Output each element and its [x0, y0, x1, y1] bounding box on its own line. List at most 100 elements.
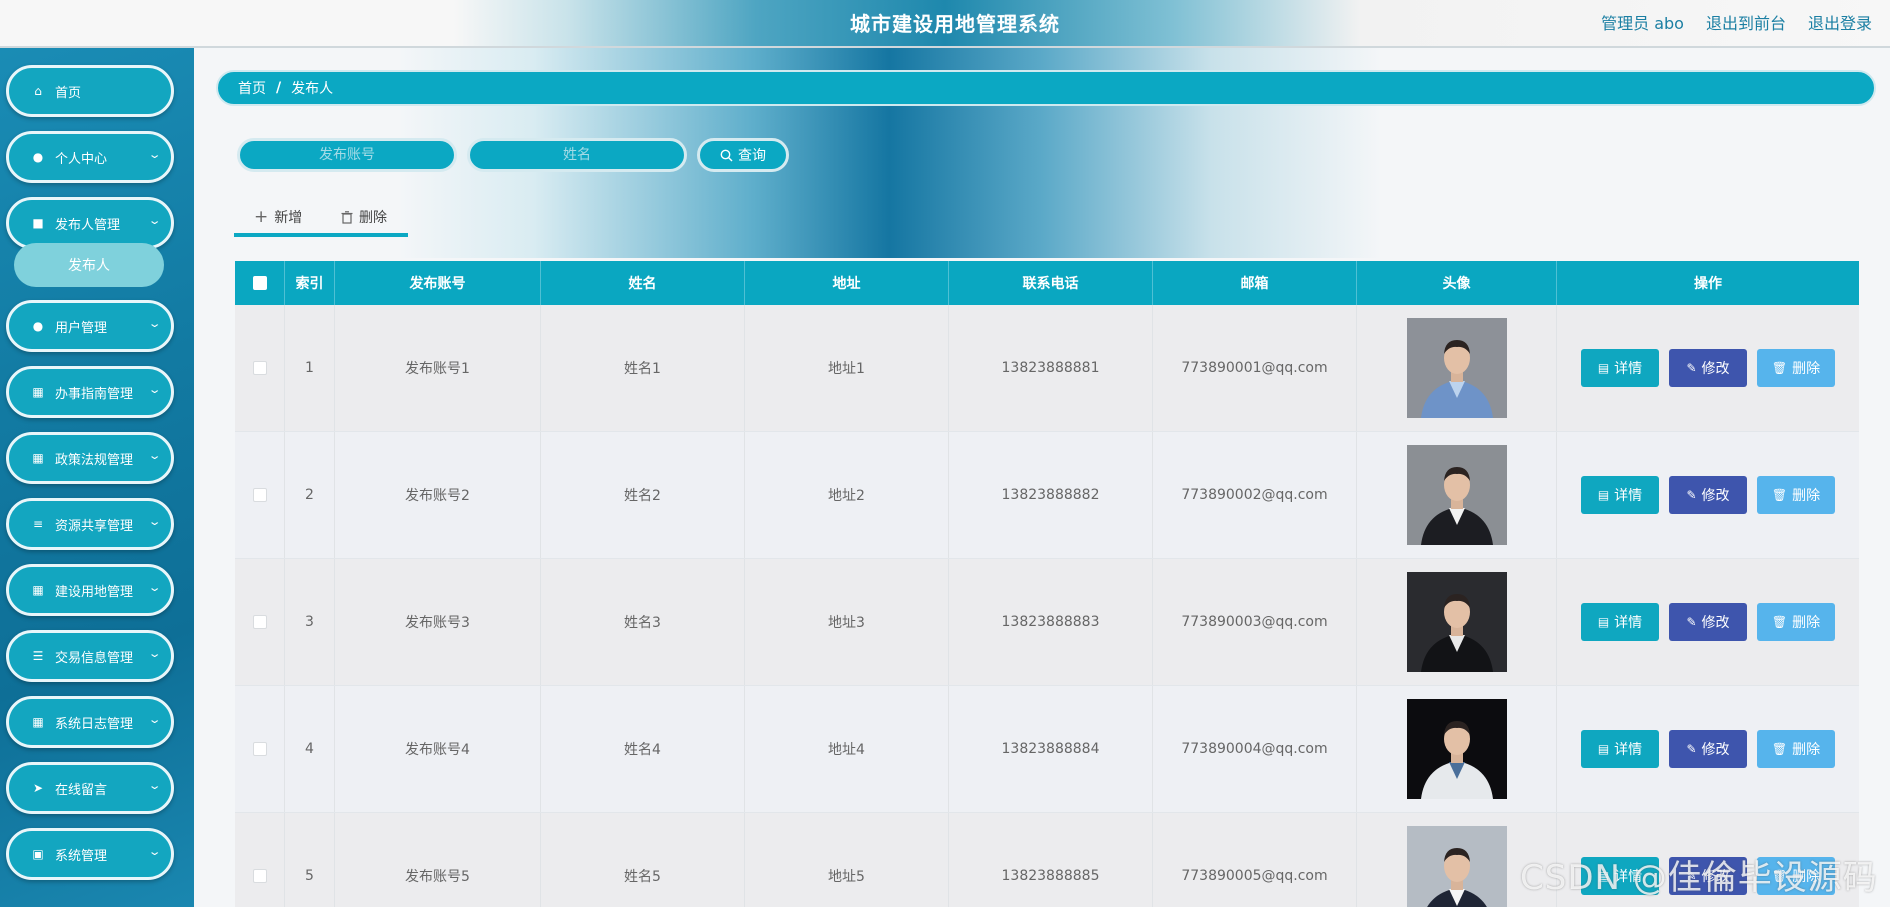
sidebar-item-label: 系统管理 — [55, 848, 108, 864]
cell-name: 姓名3 — [541, 559, 745, 685]
admin-user-link[interactable]: 管理员 abo — [1601, 10, 1684, 34]
cell-address: 地址5 — [745, 813, 949, 907]
edit-button-label: 修改 — [1701, 742, 1730, 758]
cell-actions: ▤ 详情 ✎ 修改 🗑 删除 — [1557, 305, 1859, 431]
pencil-icon: ✎ — [1686, 615, 1697, 629]
sidebar-item-label: 政策法规管理 — [55, 452, 134, 468]
edit-button[interactable]: ✎ 修改 — [1669, 730, 1747, 768]
row-checkbox[interactable] — [252, 488, 267, 502]
edit-button[interactable]: ✎ 修改 — [1669, 349, 1747, 387]
row-checkbox[interactable] — [252, 742, 267, 756]
sidebar-item-label: 发布人管理 — [55, 217, 121, 233]
detail-button[interactable]: ▤ 详情 — [1581, 476, 1659, 514]
chevron-down-icon: ⌄ — [147, 214, 162, 227]
account-search-input[interactable] — [237, 138, 457, 172]
cell-name: 姓名4 — [541, 686, 745, 812]
sidebar-item-5[interactable]: ▦ 办事指南管理 ⌄ — [6, 366, 174, 418]
header-email: 邮箱 — [1153, 261, 1357, 305]
chevron-down-icon: ⌄ — [147, 515, 162, 528]
row-delete-button-label: 删除 — [1792, 361, 1821, 377]
row-select-cell — [235, 305, 285, 431]
list-icon: ≡ — [32, 517, 44, 531]
header-account: 发布账号 — [335, 261, 541, 305]
sidebar-item-label: 办事指南管理 — [55, 386, 134, 402]
sidebar-item-label: 建设用地管理 — [55, 584, 134, 600]
sidebar-item-label: 个人中心 — [55, 151, 108, 167]
cell-index: 5 — [285, 813, 335, 907]
watermark: CSDN @佳倫毕设源码 — [1520, 858, 1878, 898]
delete-selected-button[interactable]: 删除 — [341, 205, 387, 229]
cell-email: 773890004@qq.com — [1153, 686, 1357, 812]
cell-index: 1 — [285, 305, 335, 431]
sidebar-item-2[interactable]: ● 个人中心 ⌄ — [6, 131, 174, 183]
search-button[interactable]: 查询 — [697, 138, 789, 172]
exit-to-frontend-link[interactable]: 退出到前台 — [1706, 10, 1786, 34]
search-button-label: 查询 — [738, 148, 766, 164]
breadcrumb-home[interactable]: 首页 — [238, 78, 266, 98]
detail-button[interactable]: ▤ 详情 — [1581, 603, 1659, 641]
chevron-down-icon: ⌄ — [147, 647, 162, 660]
select-all-cell — [235, 261, 285, 305]
edit-button[interactable]: ✎ 修改 — [1669, 603, 1747, 641]
edit-button[interactable]: ✎ 修改 — [1669, 476, 1747, 514]
row-delete-button[interactable]: 🗑 删除 — [1757, 730, 1835, 768]
cell-account: 发布账号2 — [335, 432, 541, 558]
row-actions: ▤ 详情 ✎ 修改 🗑 删除 — [1581, 476, 1835, 514]
sidebar-item-3[interactable]: ■ 发布人管理 ⌄ — [6, 197, 174, 249]
detail-button[interactable]: ▤ 详情 — [1581, 349, 1659, 387]
sidebar-item-label: 交易信息管理 — [55, 650, 134, 666]
sidebar-item-6[interactable]: ▦ 政策法规管理 ⌄ — [6, 432, 174, 484]
row-select-cell — [235, 559, 285, 685]
row-select-cell — [235, 813, 285, 907]
edit-button-label: 修改 — [1701, 615, 1730, 631]
trash-icon: 🗑 — [1771, 361, 1788, 375]
cell-account: 发布账号4 — [335, 686, 541, 812]
detail-button[interactable]: ▤ 详情 — [1581, 730, 1659, 768]
row-actions: ▤ 详情 ✎ 修改 🗑 删除 — [1581, 603, 1835, 641]
document-icon: ▤ — [1597, 488, 1610, 502]
tab-underline — [234, 233, 408, 237]
publisher-icon: ■ — [32, 216, 44, 230]
cell-address: 地址3 — [745, 559, 949, 685]
row-checkbox[interactable] — [252, 615, 267, 629]
delete-selected-label: 删除 — [359, 210, 387, 226]
row-select-cell — [235, 432, 285, 558]
sidebar-item-12[interactable]: ▣ 系统管理 ⌄ — [6, 828, 174, 880]
cell-name: 姓名1 — [541, 305, 745, 431]
sidebar-item-1[interactable]: ⌂ 首页 — [6, 65, 174, 117]
row-delete-button[interactable]: 🗑 删除 — [1757, 603, 1835, 641]
breadcrumb-separator: / — [276, 80, 282, 96]
cell-phone: 13823888883 — [949, 559, 1153, 685]
send-icon: ➤ — [32, 781, 44, 795]
add-button[interactable]: + 新增 — [254, 205, 302, 229]
select-all-checkbox[interactable] — [252, 276, 267, 290]
row-checkbox[interactable] — [252, 869, 267, 883]
sidebar-item-7[interactable]: ≡ 资源共享管理 ⌄ — [6, 498, 174, 550]
header-name: 姓名 — [541, 261, 745, 305]
name-search-input[interactable] — [467, 138, 687, 172]
row-delete-button[interactable]: 🗑 删除 — [1757, 476, 1835, 514]
sidebar-item-4[interactable]: ● 用户管理 ⌄ — [6, 300, 174, 352]
row-delete-button-label: 删除 — [1792, 488, 1821, 504]
plus-icon: + — [254, 207, 269, 227]
row-delete-button[interactable]: 🗑 删除 — [1757, 349, 1835, 387]
sidebar-subitem-publisher[interactable]: 发布人 — [14, 243, 164, 287]
row-actions: ▤ 详情 ✎ 修改 🗑 删除 — [1581, 730, 1835, 768]
header-actions: 操作 — [1694, 276, 1722, 292]
sidebar-item-9[interactable]: ☰ 交易信息管理 ⌄ — [6, 630, 174, 682]
cell-phone: 13823888885 — [949, 813, 1153, 907]
sidebar-item-8[interactable]: ▦ 建设用地管理 ⌄ — [6, 564, 174, 616]
sidebar-item-label: 首页 — [55, 85, 82, 101]
cell-avatar — [1357, 432, 1557, 558]
row-checkbox[interactable] — [252, 361, 267, 375]
sidebar-item-11[interactable]: ➤ 在线留言 ⌄ — [6, 762, 174, 814]
cell-actions: ▤ 详情 ✎ 修改 🗑 删除 — [1557, 559, 1859, 685]
logout-link[interactable]: 退出登录 — [1808, 10, 1872, 34]
cell-name: 姓名5 — [541, 813, 745, 907]
header-avatar: 头像 — [1357, 261, 1557, 305]
trash-icon: 🗑 — [1771, 615, 1788, 629]
grid-icon: ▦ — [32, 385, 44, 399]
edit-button-label: 修改 — [1701, 488, 1730, 504]
cell-email: 773890002@qq.com — [1153, 432, 1357, 558]
sidebar-item-10[interactable]: ▦ 系统日志管理 ⌄ — [6, 696, 174, 748]
